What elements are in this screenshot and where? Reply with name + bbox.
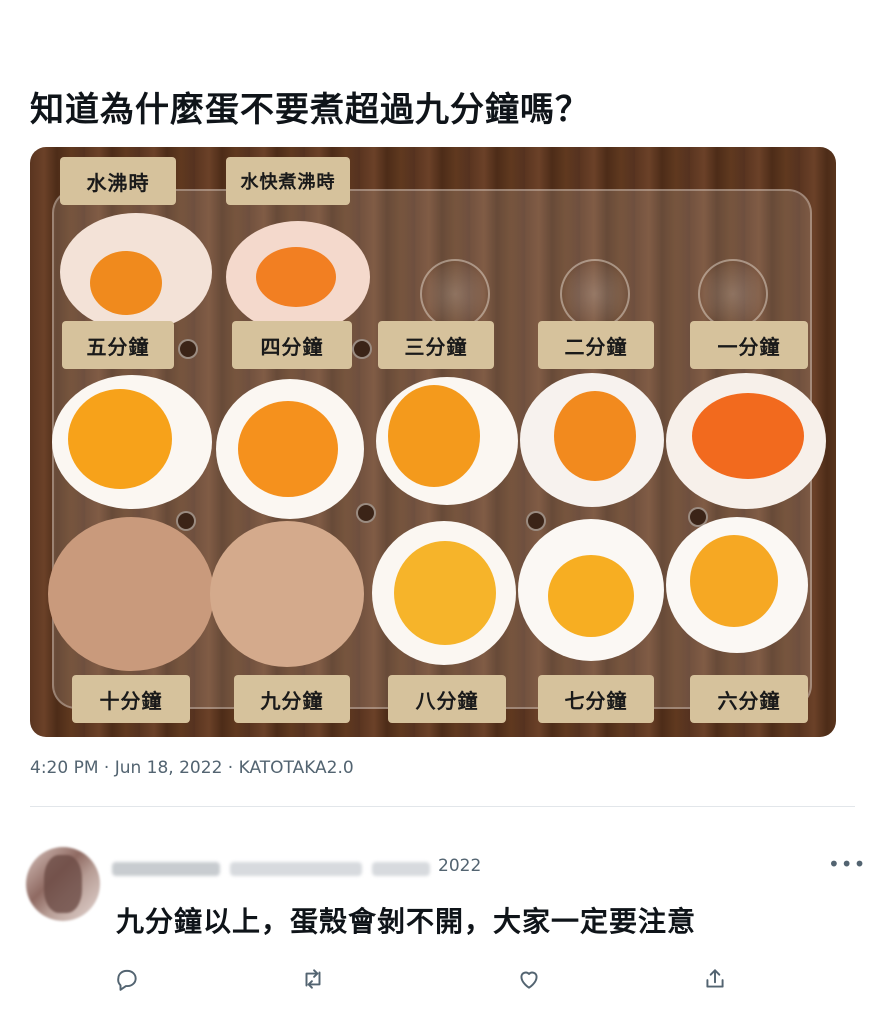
tray-stud	[352, 339, 372, 359]
egg-8-min	[372, 521, 516, 665]
reply-text: 九分鐘以上，蛋殼會剝不開，大家一定要注意	[116, 905, 697, 938]
egg-9-min	[210, 521, 364, 667]
label-5-min: 五分鐘	[62, 321, 174, 369]
egg-7-min	[518, 519, 664, 661]
egg-nearly-boiling	[226, 221, 370, 333]
blurred-handle	[230, 862, 362, 876]
label-10-min: 十分鐘	[72, 675, 190, 723]
tray-cup	[560, 259, 630, 329]
divider	[30, 806, 855, 807]
blurred-handle-extra	[372, 862, 430, 876]
post-meta: 4:20 PM · Jun 18, 2022 · KATOTAKA2.0	[30, 758, 354, 778]
reply-date[interactable]: 2022	[438, 856, 481, 876]
egg-4-min	[216, 379, 364, 519]
label-6-min: 六分鐘	[690, 675, 808, 723]
egg-5-min	[52, 375, 212, 509]
tweet-headline: 知道為什麼蛋不要煮超過九分鐘嗎？	[30, 90, 590, 130]
share-icon[interactable]	[702, 966, 730, 994]
label-nearly-boiling: 水快煮沸時	[226, 157, 350, 205]
like-icon[interactable]	[516, 966, 544, 994]
egg-3-min	[376, 377, 518, 505]
label-3-min: 三分鐘	[378, 321, 494, 369]
tray-cup	[420, 259, 490, 329]
blurred-display-name	[112, 862, 220, 876]
label-2-min: 二分鐘	[538, 321, 654, 369]
egg-1-min	[666, 373, 826, 509]
reply-icon[interactable]	[114, 966, 142, 994]
label-4-min: 四分鐘	[232, 321, 352, 369]
label-boiling: 水沸時	[60, 157, 176, 205]
egg-boiling	[60, 213, 212, 331]
tray-stud	[176, 511, 196, 531]
label-1-min: 一分鐘	[690, 321, 808, 369]
avatar[interactable]	[26, 847, 100, 921]
egg-6-min	[666, 517, 808, 653]
tray-stud	[178, 339, 198, 359]
tray-cup	[698, 259, 768, 329]
label-7-min: 七分鐘	[538, 675, 654, 723]
egg-2-min	[520, 373, 664, 507]
retweet-icon[interactable]	[300, 966, 328, 994]
tray-stud	[526, 511, 546, 531]
label-9-min: 九分鐘	[234, 675, 350, 723]
post-photo[interactable]: 水沸時 水快煮沸時 五分鐘 四分鐘 三分鐘 二分鐘 一分鐘 十分鐘 九分鐘 八分…	[30, 147, 836, 737]
tray-stud	[356, 503, 376, 523]
more-icon[interactable]: •••	[828, 852, 866, 876]
egg-10-min	[48, 517, 214, 671]
label-8-min: 八分鐘	[388, 675, 506, 723]
